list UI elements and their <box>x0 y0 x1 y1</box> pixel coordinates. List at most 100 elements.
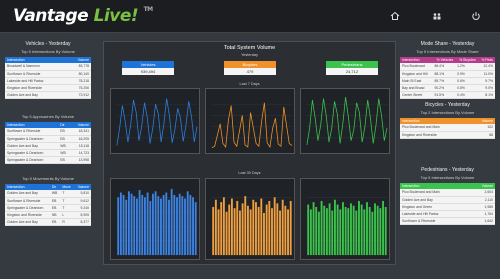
table-cell: 90.2% <box>432 84 456 93</box>
pedestrians-bar-chart[interactable] <box>300 178 390 260</box>
bicycles-line-chart[interactable] <box>205 88 295 154</box>
table-cell: 8.1% <box>477 91 495 100</box>
bar <box>284 205 287 256</box>
bar <box>176 197 178 256</box>
logo[interactable]: Vantage Live! TM <box>13 6 153 26</box>
vehicles-line-chart[interactable] <box>110 88 200 154</box>
bar <box>233 208 236 256</box>
table-row[interactable]: Lakeside and Hill Parkw. 1,764 <box>400 210 495 219</box>
bar <box>146 192 149 256</box>
bar <box>363 209 366 256</box>
table-row[interactable]: Kingston and Green 1,985 <box>400 203 495 211</box>
vehicles-bar-chart[interactable] <box>110 178 200 260</box>
bar <box>184 198 186 256</box>
bar <box>138 190 141 256</box>
table-row[interactable]: Pico Boulevard 86.4% 1.2% 12.4% <box>400 63 495 71</box>
table-row[interactable]: Sunflower & Riverside EB 18,341 <box>5 128 91 136</box>
table-row[interactable]: Main St East 89.7% 0.6% 9.7% <box>400 77 495 85</box>
table-row[interactable]: Broadwell & Nammon 83,778 <box>5 63 91 71</box>
table-cell: 86.4% <box>432 63 456 71</box>
bar <box>287 209 289 256</box>
table-cell: 73,912 <box>67 91 91 100</box>
table-cell: T <box>60 204 74 212</box>
bar <box>358 200 360 256</box>
table-cell: 2,604 <box>469 189 495 197</box>
table-cell: 9,240 <box>73 204 91 212</box>
table-cell: Golden Ave and Bay <box>400 196 470 204</box>
table-cell: Kingston and Riverside <box>5 84 68 93</box>
bar <box>220 202 223 256</box>
table-cell: Pico Boulevard <box>400 63 433 71</box>
bar <box>225 211 228 256</box>
power-icon[interactable] <box>470 11 482 23</box>
bar <box>273 197 276 256</box>
table-row[interactable]: Golden Ave and Bay EB R 8,377 <box>5 218 91 227</box>
table-row[interactable]: Golden Ave and Bay WB 15,118 <box>5 142 91 150</box>
table-cell: 80,140 <box>67 70 91 78</box>
bar <box>119 192 122 256</box>
table-row[interactable]: Golden Ave and Bay WB T 9,810 <box>5 190 91 198</box>
table-row[interactable]: Sunflower & Riverside 80,140 <box>5 70 91 78</box>
table-cell: 88 <box>469 131 495 139</box>
kpi-vehicles[interactable]: Vehicles 939,494 <box>122 61 174 75</box>
table-row[interactable]: Kingston and Riverside NB L 8,905 <box>5 211 91 220</box>
table-row[interactable]: Springwater & Dearborn EB 16,205 <box>5 135 91 143</box>
bar <box>339 209 342 256</box>
line-section-label: Last 7 Days <box>239 82 260 86</box>
bar <box>347 208 350 256</box>
table-row[interactable]: Center Street 91.5% 0.4% 8.1% <box>400 91 495 100</box>
table-row[interactable]: Kingston and Riverside 75,206 <box>5 84 91 93</box>
kpi-value: 24,712 <box>326 68 378 75</box>
table-row[interactable]: Golden Ave and Bay 2,110 <box>400 196 495 204</box>
bar <box>352 205 355 256</box>
table-row[interactable]: Springwater & Dearborn EB 13,998 <box>5 156 91 165</box>
bar <box>265 204 268 256</box>
table-cell: 0.9% <box>455 70 478 78</box>
kpi-bicycles[interactable]: Bicycles 479 <box>224 61 276 75</box>
table-row[interactable]: Bay and Broad 90.2% 0.8% 9.0% <box>400 84 495 93</box>
pedestrians-line-chart[interactable] <box>300 88 390 154</box>
table-row[interactable]: Springwater & Dearborn WB 14,723 <box>5 149 91 158</box>
bar <box>135 198 138 256</box>
table-cell: Sunflower & Riverside <box>5 70 68 78</box>
table-row[interactable]: Lakeside and Hill Parkw. 78,218 <box>5 77 91 85</box>
home-icon[interactable] <box>389 11 401 23</box>
table-row[interactable]: Pico Boulevard and Main 102 <box>400 124 495 132</box>
table-cell: 88.1% <box>432 70 456 78</box>
table-cell: Springwater & Dearborn <box>5 204 50 212</box>
bar <box>281 199 284 256</box>
logo-text: Vantage <box>13 6 89 26</box>
bar <box>268 200 271 256</box>
table-cell: 1,985 <box>469 203 495 211</box>
bicycles-bar-chart[interactable] <box>205 178 295 260</box>
bar <box>217 209 220 256</box>
bar <box>214 199 217 256</box>
table-row[interactable]: Kingston and Riverside 88 <box>400 131 495 139</box>
bar <box>181 196 184 256</box>
bar <box>307 204 310 256</box>
series-line <box>116 98 198 146</box>
table-row[interactable]: Springwater & Dearborn EB T 9,240 <box>5 204 91 212</box>
bar <box>328 203 331 256</box>
table-cell: WB <box>58 149 71 158</box>
bar <box>289 200 292 256</box>
bar <box>317 211 320 256</box>
table-cell: Kingston and Hill <box>400 70 433 78</box>
approach-title: Top 5 Approaches By Volume <box>21 114 75 119</box>
bar <box>162 194 165 256</box>
table-row[interactable]: Golden Ave and Bay 73,912 <box>5 91 91 100</box>
series-line <box>211 102 293 149</box>
table-row[interactable]: Sunflower & Riverside 1,642 <box>400 217 495 226</box>
table-cell: Springwater & Dearborn <box>5 135 59 143</box>
table-row[interactable]: Kingston and Hill 88.1% 0.9% 11.0% <box>400 70 495 78</box>
bar <box>382 200 384 256</box>
people-icon[interactable] <box>431 11 443 23</box>
table-row[interactable]: Pico Boulevard and Main 2,604 <box>400 189 495 197</box>
bar <box>143 197 146 256</box>
kpi-pedestrians[interactable]: Pedestrians 24,712 <box>326 61 378 75</box>
table-cell: Lakeside and Hill Parkw. <box>400 210 470 219</box>
system-volume-subtitle: Yesterday <box>241 53 258 57</box>
table-row[interactable]: Sunflower & Riverside EB T 9,612 <box>5 197 91 205</box>
movement-title: Top 5 Movements By Volume <box>22 176 74 181</box>
table-cell: 11.0% <box>477 70 495 78</box>
